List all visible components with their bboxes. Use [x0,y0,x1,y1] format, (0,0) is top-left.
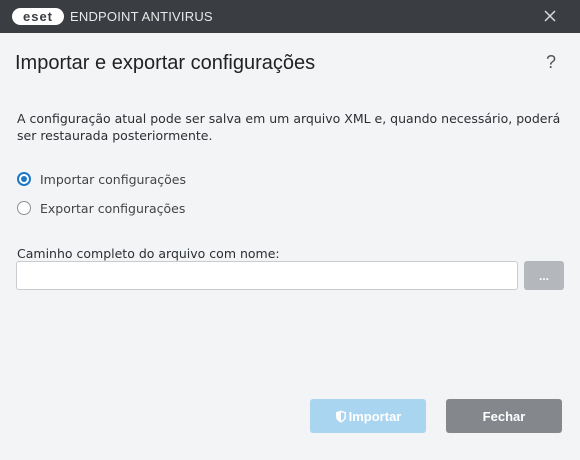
dialog-title: Importar e exportar configurações [15,52,316,74]
file-path-label: Caminho completo do arquivo com nome: [17,246,280,261]
radio-label-export: Exportar configurações [40,200,186,216]
export-settings-radio[interactable]: Exportar configurações [17,199,185,217]
radio-indicator[interactable] [17,172,31,186]
file-path-input[interactable] [16,261,518,290]
description-text: A configuração atual pode ser salva em u… [17,111,561,143]
import-settings-radio[interactable]: Importar configurações [17,170,186,188]
eset-logo: eset [12,8,64,25]
import-button[interactable]: Importar [310,399,426,433]
logo-text: eset [23,9,53,24]
radio-indicator[interactable] [17,201,31,215]
browse-button[interactable]: ... [524,261,564,290]
radio-label-import: Importar configurações [40,171,186,187]
close-button[interactable]: Fechar [446,399,562,433]
help-button[interactable]: ? [546,52,556,73]
close-icon[interactable] [542,8,558,24]
shield-icon [335,410,346,422]
title-bar: eset ENDPOINT ANTIVIRUS [0,0,580,33]
import-button-label: Importar [348,408,402,424]
product-name: ENDPOINT ANTIVIRUS [70,9,213,24]
